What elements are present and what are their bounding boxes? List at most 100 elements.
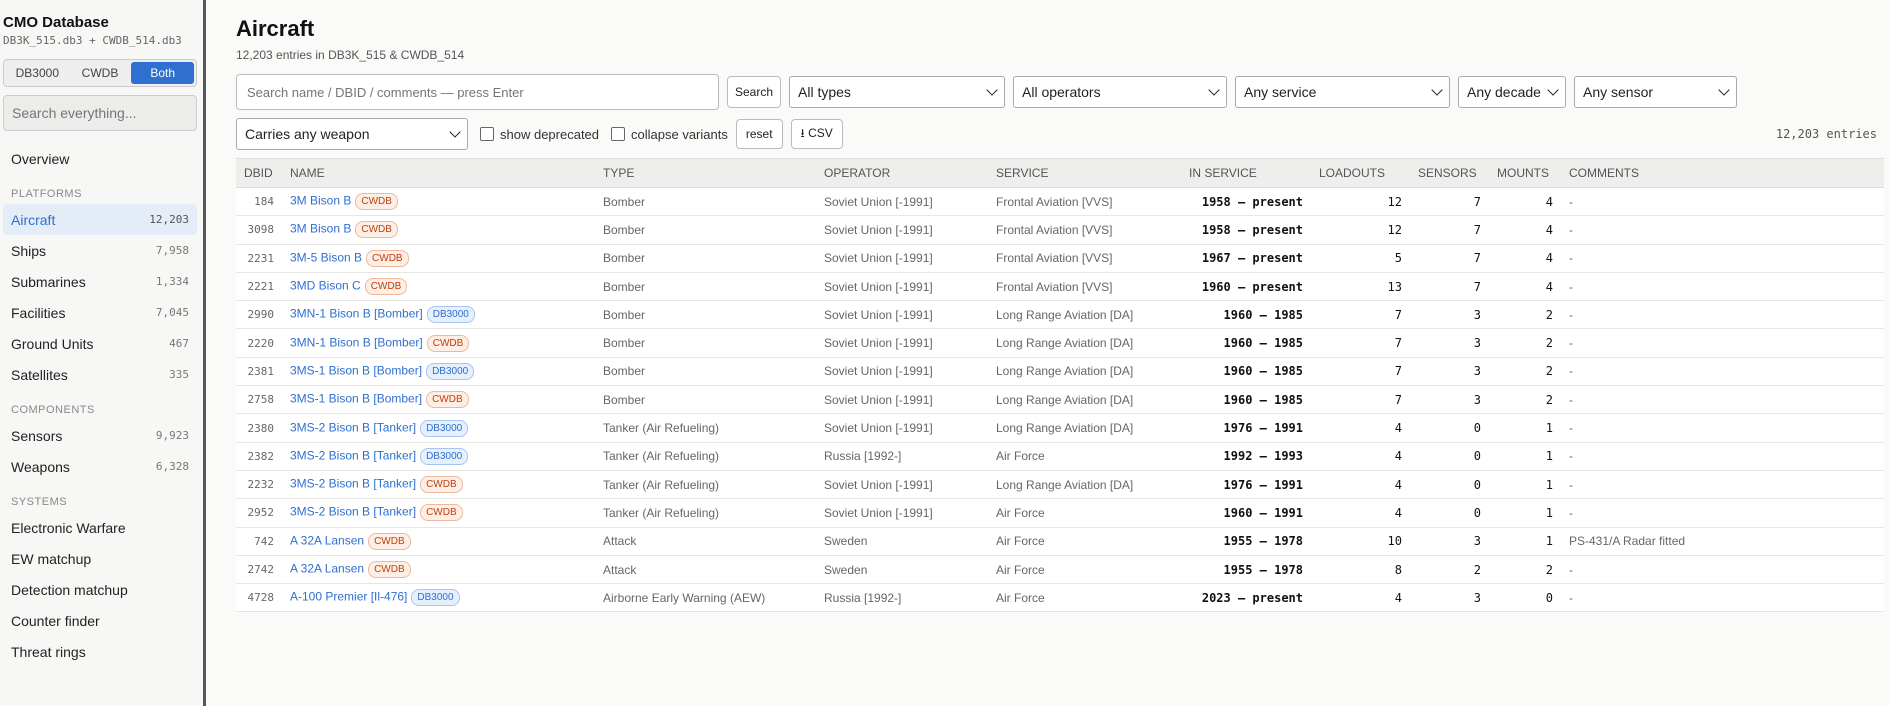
- column-header-comments[interactable]: COMMENTS: [1561, 158, 1884, 188]
- table-row[interactable]: 742 A 32A Lansen CWDB Attack Sweden Air Force…: [236, 527, 1884, 556]
- table-row[interactable]: 2220 3MN-1 Bison B [Bomber] CWDB Bomber Sovi…: [236, 328, 1884, 358]
- toggle-both[interactable]: Both: [131, 62, 195, 84]
- sidebar-item-aircraft[interactable]: Aircraft 12,203: [3, 204, 197, 235]
- sensor-select[interactable]: Any sensor: [1574, 76, 1737, 108]
- column-header-operator[interactable]: OPERATOR: [816, 158, 988, 188]
- aircraft-name-link[interactable]: A-100 Premier [Il-476]: [290, 590, 407, 604]
- service-select-value: Any service: [1244, 84, 1317, 100]
- cell-in-service: 1955 – 1978: [1181, 555, 1311, 585]
- sidebar-item-threat-rings[interactable]: Threat rings: [3, 636, 197, 667]
- cell-operator: Soviet Union [-1991]: [816, 498, 988, 528]
- cell-operator: Soviet Union [-1991]: [816, 215, 988, 245]
- aircraft-name-link[interactable]: 3MS-2 Bison B [Tanker]: [290, 448, 416, 462]
- sidebar-item-facilities[interactable]: Facilities 7,045: [3, 297, 197, 328]
- database-toggle: DB3000 CWDB Both: [3, 59, 197, 87]
- checkbox-box[interactable]: [611, 127, 626, 141]
- cell-dbid: 2952: [236, 498, 282, 528]
- cell-operator: Soviet Union [-1991]: [816, 300, 988, 330]
- aircraft-name-link[interactable]: 3M Bison B: [290, 222, 351, 236]
- column-header-name[interactable]: NAME: [282, 158, 595, 188]
- cell-dbid: 2382: [236, 442, 282, 471]
- table-row[interactable]: 4728 A-100 Premier [Il-476] DB3000 Airborne…: [236, 583, 1884, 613]
- table-row[interactable]: 2952 3MS-2 Bison B [Tanker] CWDB Tanker (Ai…: [236, 498, 1884, 528]
- show-deprecated-checkbox[interactable]: show deprecated: [480, 127, 599, 142]
- aircraft-name-link[interactable]: 3MS-2 Bison B [Tanker]: [290, 420, 416, 434]
- table-row[interactable]: 2742 A 32A Lansen CWDB Attack Sweden Air Forc…: [236, 555, 1884, 585]
- toggle-db3000[interactable]: DB3000: [6, 62, 69, 84]
- column-header-loadouts[interactable]: LOADOUTS: [1311, 158, 1410, 188]
- aircraft-name-link[interactable]: 3MS-2 Bison B [Tanker]: [290, 477, 416, 491]
- aircraft-name-link[interactable]: 3MS-2 Bison B [Tanker]: [290, 505, 416, 519]
- sidebar-item-weapons[interactable]: Weapons 6,328: [3, 451, 197, 482]
- aircraft-name-link[interactable]: 3MD Bison C: [290, 279, 361, 293]
- sidebar-item-overview[interactable]: Overview: [3, 143, 197, 174]
- operator-select[interactable]: All operators: [1013, 76, 1227, 108]
- aircraft-name-link[interactable]: 3MN-1 Bison B [Bomber]: [290, 307, 423, 321]
- aircraft-name-link[interactable]: 3MS-1 Bison B [Bomber]: [290, 364, 422, 378]
- sidebar-item-label: Ground Units: [11, 335, 94, 352]
- service-select[interactable]: Any service: [1235, 76, 1450, 108]
- aircraft-name-link[interactable]: A 32A Lansen: [290, 562, 364, 576]
- aircraft-name-link[interactable]: 3M Bison B: [290, 194, 351, 208]
- sidebar-item-ew-matchup[interactable]: EW matchup: [3, 543, 197, 574]
- cell-in-service: 1976 – 1991: [1181, 413, 1311, 443]
- sidebar-item-detection-matchup[interactable]: Detection matchup: [3, 574, 197, 605]
- platforms-list: Aircraft 12,203 Ships 7,958 Submarines 1,334 F…: [3, 204, 197, 390]
- reset-button[interactable]: reset: [735, 119, 783, 149]
- sidebar-item-ground-units[interactable]: Ground Units 467: [3, 328, 197, 359]
- table-row[interactable]: 2232 3MS-2 Bison B [Tanker] CWDB Tanker (Ai…: [236, 470, 1884, 500]
- page-title: Aircraft: [236, 16, 315, 41]
- column-header-service[interactable]: SERVICE: [988, 158, 1181, 188]
- table-row[interactable]: 2221 3MD Bison C CWDB Bomber Soviet Union [-…: [236, 272, 1884, 302]
- cell-mounts: 1: [1489, 498, 1561, 528]
- sidebar-section-components: COMPONENTS: [11, 404, 95, 416]
- sidebar-item-label: Ships: [11, 242, 47, 259]
- cell-dbid: 2990: [236, 300, 282, 330]
- cell-service: Frontal Aviation [VVS]: [988, 244, 1181, 273]
- table-row[interactable]: 2758 3MS-1 Bison B [Bomber] CWDB Bomber Sovi…: [236, 385, 1884, 415]
- table-row[interactable]: 2381 3MS-1 Bison B [Bomber] DB3000 Bomber So…: [236, 357, 1884, 387]
- search-button[interactable]: Search: [727, 76, 781, 108]
- sidebar-item-satellites[interactable]: Satellites 335: [3, 359, 197, 390]
- column-header-dbid[interactable]: DBID: [236, 158, 282, 188]
- database-badge: CWDB: [355, 221, 398, 239]
- search-input[interactable]: [236, 74, 719, 110]
- cell-in-service: 1992 – 1993: [1181, 442, 1311, 471]
- column-header-in-service[interactable]: IN SERVICE: [1181, 158, 1311, 188]
- table-row[interactable]: 3098 3M Bison B CWDB Bomber Soviet Union [-1…: [236, 215, 1884, 245]
- table-row[interactable]: 184 3M Bison B CWDB Bomber Soviet Union [-19…: [236, 187, 1884, 217]
- column-header-type[interactable]: TYPE: [595, 158, 816, 188]
- sidebar-item-counter-finder[interactable]: Counter finder: [3, 605, 197, 636]
- table-row[interactable]: 2990 3MN-1 Bison B [Bomber] DB3000 Bomber So…: [236, 300, 1884, 330]
- sidebar-item-submarines[interactable]: Submarines 1,334: [3, 266, 197, 297]
- cell-dbid: 2758: [236, 385, 282, 415]
- type-select[interactable]: All types: [789, 76, 1005, 108]
- aircraft-name-link[interactable]: 3MS-1 Bison B [Bomber]: [290, 392, 422, 406]
- table-row[interactable]: 2380 3MS-2 Bison B [Tanker] DB3000 Tanker (…: [236, 413, 1884, 443]
- sidebar-item-electronic-warfare[interactable]: Electronic Warfare: [3, 512, 197, 543]
- aircraft-name-link[interactable]: 3MN-1 Bison B [Bomber]: [290, 335, 423, 349]
- weapon-select[interactable]: Carries any weapon: [236, 118, 468, 150]
- sidebar-item-ships[interactable]: Ships 7,958: [3, 235, 197, 266]
- column-header-sensors[interactable]: SENSORS: [1410, 158, 1489, 188]
- cell-loadouts: 13: [1311, 272, 1410, 302]
- cell-operator: Soviet Union [-1991]: [816, 385, 988, 415]
- csv-export-button[interactable]: ⭳ CSV: [790, 119, 843, 149]
- table-row[interactable]: 2231 3M-5 Bison B CWDB Bomber Soviet Union […: [236, 244, 1884, 273]
- cell-comments: -: [1561, 272, 1884, 302]
- cell-loadouts: 10: [1311, 527, 1410, 556]
- toggle-cwdb[interactable]: CWDB: [69, 62, 132, 84]
- aircraft-name-link[interactable]: A 32A Lansen: [290, 533, 364, 547]
- aircraft-name-link[interactable]: 3M-5 Bison B: [290, 250, 362, 264]
- sidebar-search-input[interactable]: [3, 95, 197, 131]
- checkbox-box[interactable]: [480, 127, 494, 141]
- table-row[interactable]: 2382 3MS-2 Bison B [Tanker] DB3000 Tanker (…: [236, 442, 1884, 471]
- cell-in-service: 1958 – present: [1181, 187, 1311, 217]
- cell-in-service: 1960 – 1985: [1181, 385, 1311, 415]
- decade-select[interactable]: Any decade: [1458, 76, 1566, 108]
- sidebar-item-sensors[interactable]: Sensors 9,923: [3, 420, 197, 451]
- column-header-mounts[interactable]: MOUNTS: [1489, 158, 1561, 188]
- cell-type: Bomber: [595, 272, 816, 302]
- collapse-variants-checkbox[interactable]: collapse variants: [611, 127, 728, 142]
- app-title: CMO Database: [3, 14, 109, 31]
